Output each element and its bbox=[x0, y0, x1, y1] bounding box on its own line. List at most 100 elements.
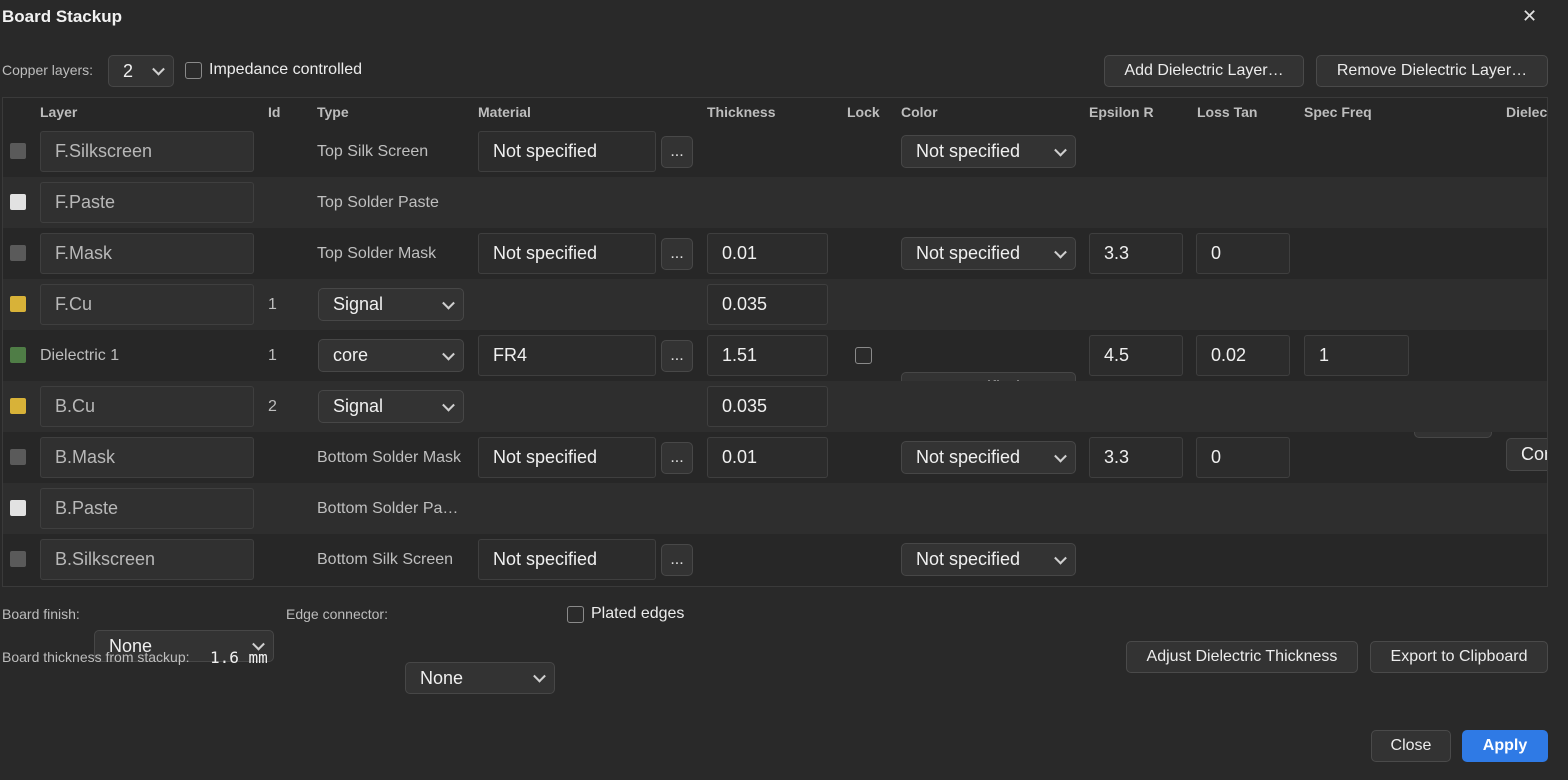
column-header-material: Material bbox=[478, 104, 531, 120]
layer-color-swatch[interactable] bbox=[10, 449, 26, 465]
layer-type-select[interactable]: core bbox=[318, 339, 464, 372]
layer-color-swatch[interactable] bbox=[10, 398, 26, 414]
column-header-dielectric: Dielec bbox=[1506, 104, 1548, 120]
layer-type: Bottom Solder Pa… bbox=[317, 499, 459, 517]
table-row: B.Cu 2 Signal 0.035 bbox=[3, 381, 1547, 432]
layer-type-value: Signal bbox=[333, 294, 384, 314]
plated-edges-label: Plated edges bbox=[591, 605, 685, 622]
color-select[interactable]: Not specified bbox=[901, 441, 1076, 474]
color-select[interactable]: Not specified bbox=[901, 135, 1076, 168]
remove-dielectric-layer-button[interactable]: Remove Dielectric Layer… bbox=[1316, 55, 1548, 87]
loss-tan-field[interactable]: 0.02 bbox=[1196, 335, 1290, 376]
chevron-down-icon bbox=[1054, 245, 1067, 259]
table-row: F.Paste Top Solder Paste bbox=[3, 177, 1547, 228]
add-dielectric-layer-button[interactable]: Add Dielectric Layer… bbox=[1104, 55, 1304, 87]
layer-name: Dielectric 1 bbox=[40, 346, 120, 364]
chevron-down-icon bbox=[442, 296, 455, 310]
edge-connector-select[interactable]: None bbox=[405, 662, 555, 694]
plated-edges-checkbox[interactable] bbox=[567, 606, 584, 623]
table-row: B.Mask Bottom Solder Mask Not specified...… bbox=[3, 432, 1547, 483]
epsilon-r-field[interactable]: 4.5 bbox=[1089, 335, 1183, 376]
close-icon[interactable]: ✕ bbox=[1522, 6, 1537, 27]
board-thickness-value: 1.6 mm bbox=[210, 648, 268, 667]
thickness-field[interactable]: 0.01 bbox=[707, 437, 828, 478]
table-row: Dielectric 1 1 core FR4... 1.51 Not specified… bbox=[3, 330, 1547, 471]
layer-name-field[interactable]: B.Silkscreen bbox=[40, 539, 254, 580]
layer-type: Top Solder Paste bbox=[317, 193, 439, 211]
color-select[interactable]: Not specified bbox=[901, 237, 1076, 270]
thickness-field[interactable]: 0.01 bbox=[707, 233, 828, 274]
layer-type-value: Signal bbox=[333, 396, 384, 416]
chevron-down-icon bbox=[1054, 143, 1067, 157]
table-row: F.Cu 1 Signal 0.035 bbox=[3, 279, 1547, 330]
chevron-down-icon bbox=[442, 347, 455, 361]
layer-color-swatch[interactable] bbox=[10, 143, 26, 159]
epsilon-r-field[interactable]: 3.3 bbox=[1089, 233, 1183, 274]
layer-name-field[interactable]: B.Paste bbox=[40, 488, 254, 529]
color-select[interactable]: Not specified bbox=[901, 543, 1076, 576]
column-header-layer: Layer bbox=[40, 104, 78, 120]
layer-color-swatch[interactable] bbox=[10, 347, 26, 363]
table-row: F.Mask Top Solder Mask Not specified... 0.0… bbox=[3, 228, 1547, 279]
chevron-down-icon bbox=[1054, 551, 1067, 565]
layer-color-swatch[interactable] bbox=[10, 296, 26, 312]
copper-layers-select[interactable]: 2 bbox=[108, 55, 174, 87]
layer-color-swatch[interactable] bbox=[10, 194, 26, 210]
material-field[interactable]: FR4 bbox=[478, 335, 656, 376]
layer-type-select[interactable]: Signal bbox=[318, 288, 464, 321]
table-row: F.Silkscreen Top Silk Screen Not specified… bbox=[3, 126, 1547, 177]
material-picker-button[interactable]: ... bbox=[661, 442, 693, 474]
edge-connector-value: None bbox=[420, 667, 464, 688]
column-header-thickness: Thickness bbox=[707, 104, 776, 120]
export-to-clipboard-button[interactable]: Export to Clipboard bbox=[1370, 641, 1548, 673]
material-picker-button[interactable]: ... bbox=[661, 238, 693, 270]
table-row: B.Paste Bottom Solder Pa… bbox=[3, 483, 1547, 534]
layer-type: Top Solder Mask bbox=[317, 244, 437, 262]
material-picker-button[interactable]: ... bbox=[661, 136, 693, 168]
color-value: Not specified bbox=[916, 141, 1021, 161]
column-header-id: Id bbox=[268, 104, 281, 120]
impedance-controlled-checkbox[interactable] bbox=[185, 62, 202, 79]
layer-name-field[interactable]: F.Paste bbox=[40, 182, 254, 223]
layer-color-swatch[interactable] bbox=[10, 551, 26, 567]
material-field[interactable]: Not specified bbox=[478, 131, 656, 172]
color-value: Not specified bbox=[916, 549, 1021, 569]
column-header-color: Color bbox=[901, 104, 938, 120]
loss-tan-field[interactable]: 0 bbox=[1196, 233, 1290, 274]
copper-layers-value: 2 bbox=[123, 60, 134, 81]
chevron-down-icon bbox=[1054, 449, 1067, 463]
layer-name-field[interactable]: F.Silkscreen bbox=[40, 131, 254, 172]
stackup-grid: Layer Id Type Material Thickness Lock Co… bbox=[2, 97, 1548, 587]
layer-type-select[interactable]: Signal bbox=[318, 390, 464, 423]
layer-color-swatch[interactable] bbox=[10, 500, 26, 516]
material-field[interactable]: Not specified bbox=[478, 437, 656, 478]
epsilon-r-field[interactable]: 3.3 bbox=[1089, 437, 1183, 478]
column-header-loss-tan: Loss Tan bbox=[1197, 104, 1258, 120]
close-button[interactable]: Close bbox=[1371, 730, 1451, 762]
layer-color-swatch[interactable] bbox=[10, 245, 26, 261]
layer-name-field[interactable]: B.Cu bbox=[40, 386, 254, 427]
material-field[interactable]: Not specified bbox=[478, 539, 656, 580]
thickness-field[interactable]: 0.035 bbox=[707, 386, 828, 427]
column-header-lock: Lock bbox=[847, 104, 880, 120]
loss-tan-field[interactable]: 0 bbox=[1196, 437, 1290, 478]
spec-freq-field[interactable]: 1 bbox=[1304, 335, 1409, 376]
edge-connector-label: Edge connector: bbox=[286, 606, 388, 622]
column-header-type: Type bbox=[317, 104, 349, 120]
layer-id: 2 bbox=[268, 397, 277, 415]
layer-type: Bottom Solder Mask bbox=[317, 448, 462, 466]
material-picker-button[interactable]: ... bbox=[661, 544, 693, 576]
material-picker-button[interactable]: ... bbox=[661, 340, 693, 372]
thickness-field[interactable]: 0.035 bbox=[707, 284, 828, 325]
layer-name-field[interactable]: F.Mask bbox=[40, 233, 254, 274]
layer-name-field[interactable]: F.Cu bbox=[40, 284, 254, 325]
thickness-field[interactable]: 1.51 bbox=[707, 335, 828, 376]
adjust-dielectric-thickness-button[interactable]: Adjust Dielectric Thickness bbox=[1126, 641, 1358, 673]
chevron-down-icon bbox=[533, 669, 546, 683]
apply-button[interactable]: Apply bbox=[1462, 730, 1548, 762]
material-field[interactable]: Not specified bbox=[478, 233, 656, 274]
lock-checkbox[interactable] bbox=[855, 347, 872, 364]
layer-name-field[interactable]: B.Mask bbox=[40, 437, 254, 478]
chevron-down-icon bbox=[152, 62, 165, 76]
chevron-down-icon bbox=[442, 398, 455, 412]
